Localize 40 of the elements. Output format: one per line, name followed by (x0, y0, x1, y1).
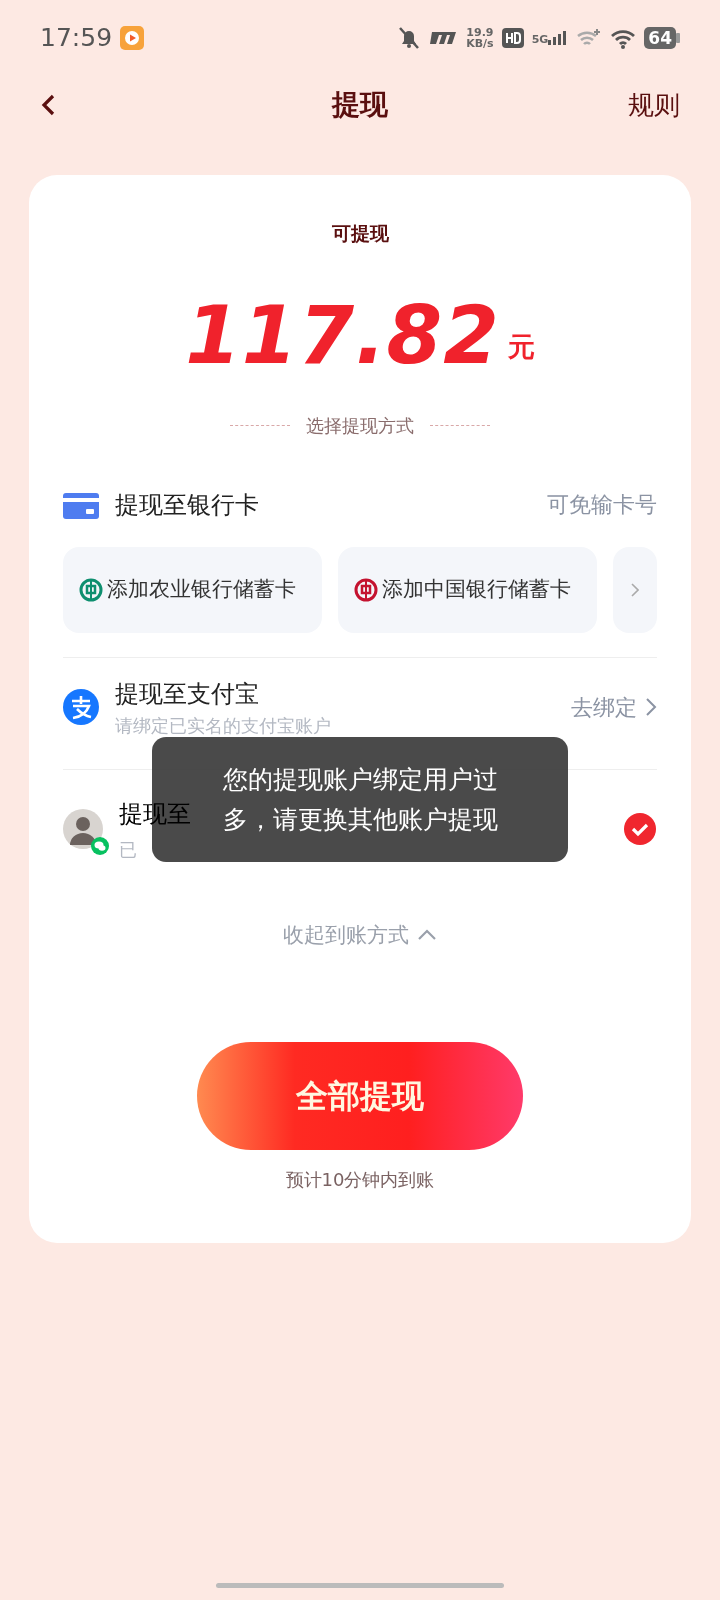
rules-link[interactable]: 规则 (628, 85, 680, 125)
bank-logo-icon (354, 577, 379, 602)
battery-tip-icon (676, 32, 680, 43)
method-subtitle: 请绑定已实名的支付宝账户 (115, 713, 332, 738)
speed-text: 19.9 (466, 26, 494, 38)
withdraw-all-button[interactable]: 全部提现 (197, 1042, 523, 1150)
chevron-right-icon (645, 697, 657, 717)
speed-unit-text: KB/s (466, 37, 494, 49)
bank-tile[interactable]: 添加农业银行储蓄卡 (63, 546, 323, 633)
wechat-icon (91, 837, 109, 855)
chevron-right-icon (631, 582, 640, 597)
method-hint: 可免输卡号 (547, 491, 657, 519)
bank-logo-icon (79, 577, 103, 602)
back-icon (40, 93, 56, 118)
method-title: 提现至支付宝 (115, 678, 260, 710)
alipay-icon (63, 689, 99, 725)
clock-text: 17:59 (40, 21, 113, 54)
battery-text: 64 (644, 26, 676, 49)
bound-label: 已 (119, 837, 137, 862)
toast-message: 您的提现账户绑定用户过多，请更换其他账户提现 (222, 763, 498, 836)
network-text: 5G (531, 33, 549, 45)
back-button[interactable] (40, 92, 56, 118)
bell-muted-icon (398, 25, 421, 50)
section-label: 选择提现方式 (306, 413, 414, 438)
bank-card-icon (63, 490, 99, 519)
signal-bars-icon (548, 30, 569, 45)
balance-label: 可提现 (330, 221, 390, 246)
currency-unit: 元 (507, 330, 535, 364)
chevron-up-icon (417, 929, 437, 942)
app-icon (120, 25, 145, 50)
bank-tile[interactable]: 添加中国银行储蓄卡 (338, 546, 598, 633)
avatar (63, 809, 103, 849)
arrival-note: 预计10分钟内到账 (284, 1168, 436, 1192)
more-button[interactable] (613, 546, 657, 633)
method-title: 提现至银行卡 (115, 489, 260, 521)
balance-amount: 117.82 (185, 295, 500, 376)
page-title: 提现 (332, 87, 388, 123)
signal-logo-icon (428, 29, 459, 46)
home-indicator[interactable] (216, 1583, 504, 1588)
hd-icon (501, 27, 524, 48)
